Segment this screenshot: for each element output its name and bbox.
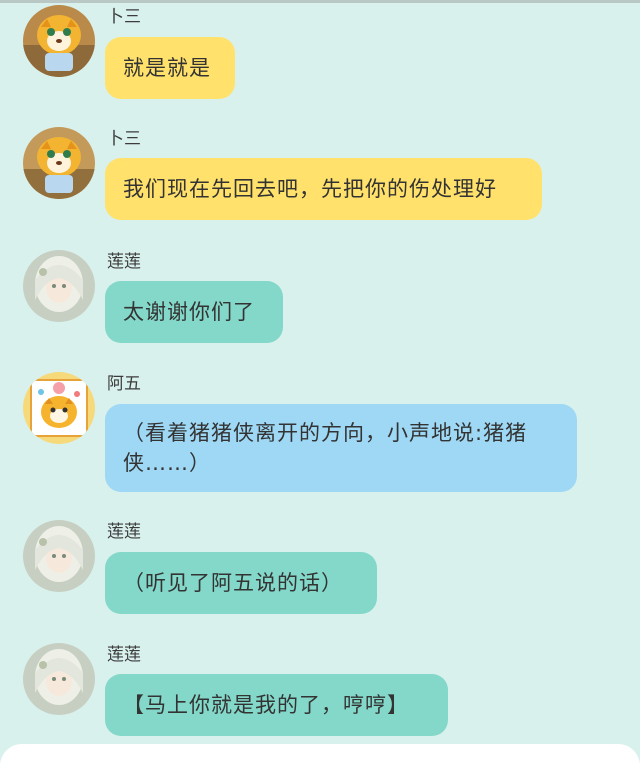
sender-name: 卜三 [107, 129, 141, 149]
message-text: （听见了阿五说的话） [123, 571, 343, 595]
message-text: 就是就是 [123, 56, 211, 80]
tiger-cartoon-avatar[interactable] [23, 372, 95, 444]
message-bubble[interactable]: （看着猪猪侠离开的方向，小声地说:猪猪 侠……） [105, 404, 577, 492]
bottom-panel [0, 744, 640, 774]
sender-name: 莲莲 [107, 252, 141, 272]
message-bubble[interactable]: （听见了阿五说的话） [105, 552, 377, 614]
girl-avatar[interactable] [23, 643, 95, 715]
tiger-avatar[interactable] [23, 127, 95, 199]
message-bubble[interactable]: 就是就是 [105, 37, 235, 99]
message-bubble[interactable]: 我们现在先回去吧，先把你的伤处理好 [105, 158, 542, 220]
sender-name: 卜三 [107, 7, 141, 27]
girl-avatar[interactable] [23, 250, 95, 322]
tiger-avatar[interactable] [23, 5, 95, 77]
top-divider [0, 0, 640, 3]
message-text: 我们现在先回去吧，先把你的伤处理好 [123, 177, 497, 201]
sender-name: 莲莲 [107, 522, 141, 542]
girl-avatar[interactable] [23, 520, 95, 592]
message-bubble[interactable]: 太谢谢你们了 [105, 281, 283, 343]
message-text: 【马上你就是我的了，哼哼】 [123, 693, 409, 717]
sender-name: 莲莲 [107, 645, 141, 665]
message-text-line: （看着猪猪侠离开的方向，小声地说:猪猪 [123, 421, 528, 445]
message-text-line: 侠……） [123, 451, 211, 475]
message-bubble[interactable]: 【马上你就是我的了，哼哼】 [105, 674, 448, 736]
sender-name: 阿五 [107, 374, 141, 394]
message-text: 太谢谢你们了 [123, 300, 255, 324]
